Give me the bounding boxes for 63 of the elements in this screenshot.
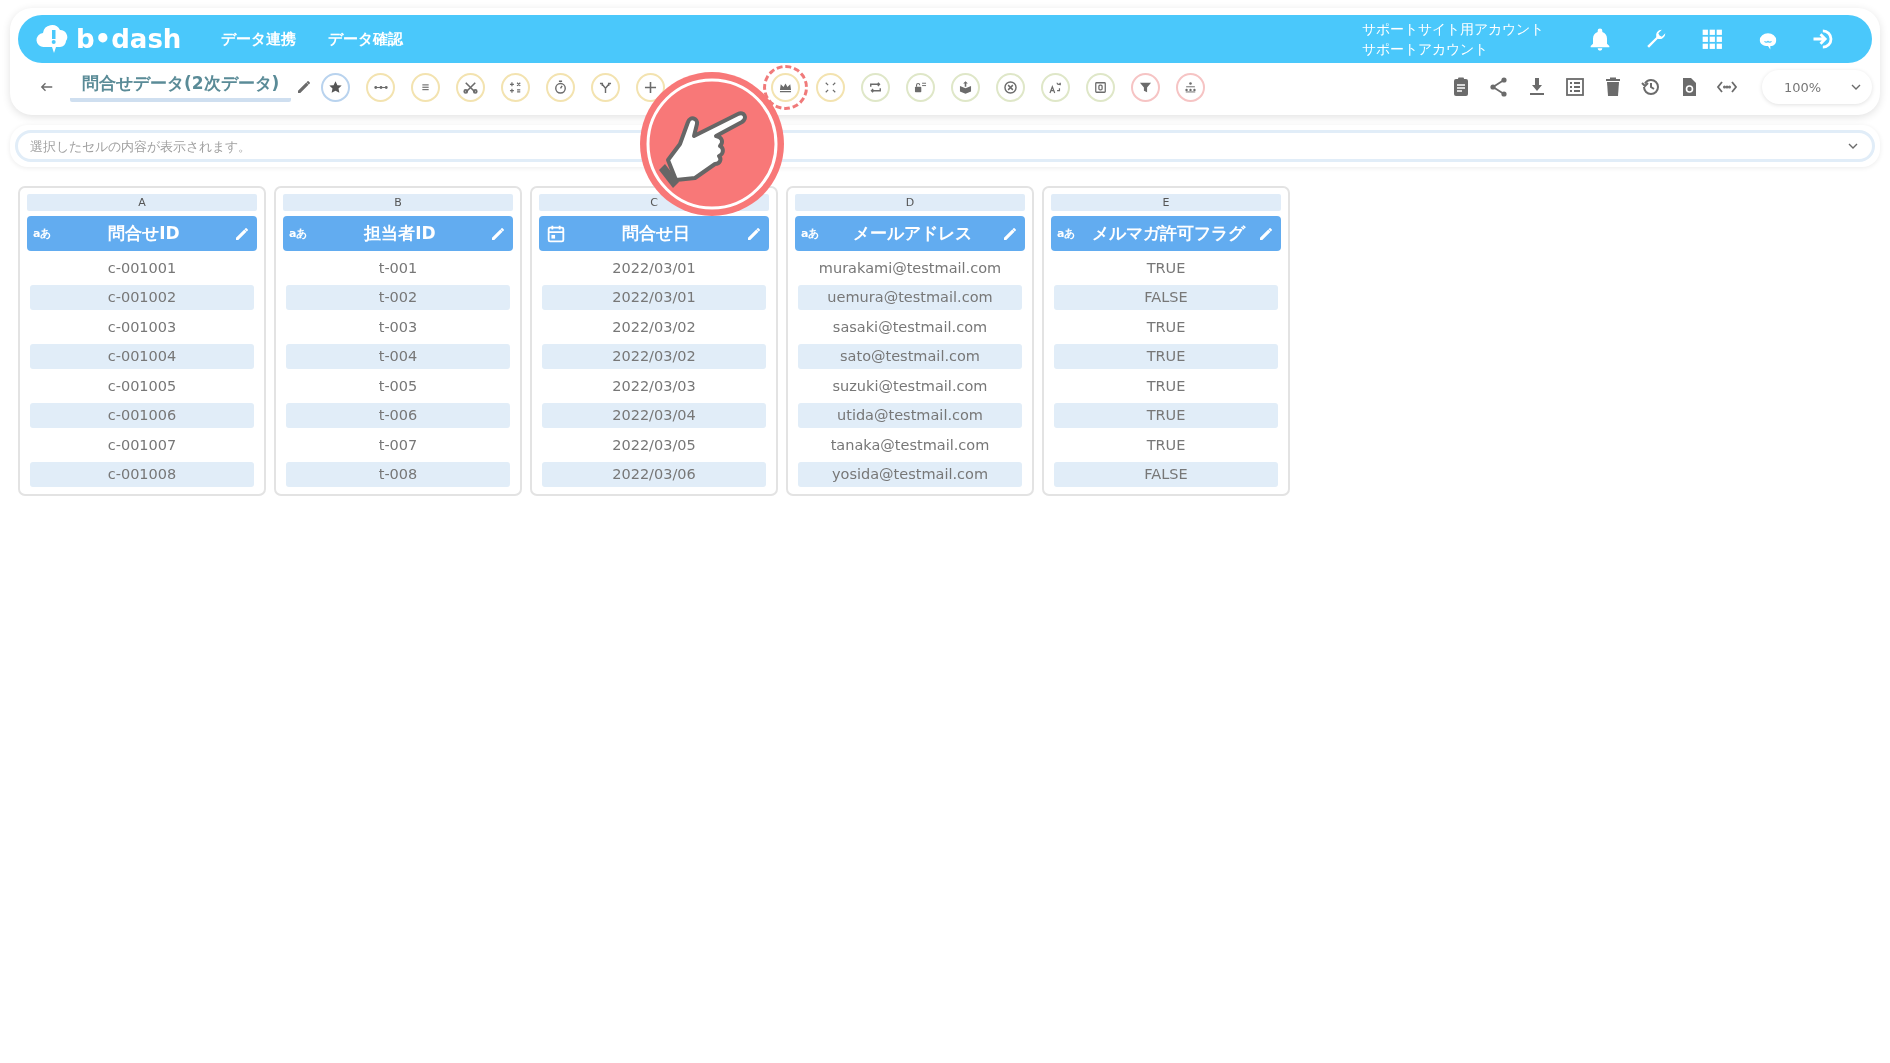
account-site: サポートサイト用アカウント	[1362, 20, 1544, 39]
dotted-line-icon	[373, 84, 388, 90]
type-label: aあ	[289, 226, 309, 241]
column-letter[interactable]: E	[1051, 194, 1281, 211]
table-cell-text: suzuki@testmail.com	[831, 376, 989, 396]
table-cell: t-008	[286, 462, 510, 487]
table-cell: t-006	[286, 403, 510, 428]
cell-content-field[interactable]: 選択したセルの内容が表示されます。	[15, 130, 1875, 162]
table-cell-text: t-007	[377, 435, 419, 455]
table-cell: t-002	[286, 285, 510, 310]
table-cell-text: c-001003	[106, 317, 178, 337]
table-cell: c-001004	[30, 344, 254, 369]
logo-text[interactable]: b•dash	[76, 24, 182, 54]
table-cell: c-001002	[30, 285, 254, 310]
table-cell: 2022/03/01	[542, 285, 766, 310]
table-cell: yosida@testmail.com	[798, 462, 1022, 487]
column-header[interactable]: aあ 問合せID	[27, 216, 257, 251]
column-header[interactable]: aあ メルマガ許可フラグ	[1051, 216, 1281, 251]
table-cell-text: c-001001	[106, 258, 178, 278]
column-letter[interactable]: D	[795, 194, 1025, 211]
account-name: サポートアカウント	[1362, 40, 1489, 59]
column-header[interactable]: aあ メールアドレス	[795, 216, 1025, 251]
table-cell-text: 2022/03/01	[611, 258, 697, 278]
column-letter[interactable]: B	[283, 194, 513, 211]
nav-link[interactable]: データ確認	[328, 29, 404, 49]
table-cell-text: 2022/03/03	[611, 376, 697, 396]
table-cell: FALSE	[1054, 285, 1278, 310]
zoom-select[interactable]: 100%	[1762, 70, 1872, 104]
table-cell-text: t-003	[377, 317, 419, 337]
table-cell: t-004	[286, 344, 510, 369]
type-label: aあ	[1057, 226, 1077, 241]
table-cell-text: TRUE	[1145, 317, 1187, 337]
table-cell-text: c-001007	[106, 435, 178, 455]
table-cell-text: murakami@testmail.com	[817, 258, 1003, 278]
table-cell-text: sasaki@testmail.com	[831, 317, 989, 337]
table-cell-text: t-001	[377, 258, 419, 278]
nav-link[interactable]: データ連携	[221, 29, 297, 49]
table-cell-text: c-001005	[106, 376, 178, 396]
table-cell: utida@testmail.com	[798, 403, 1022, 428]
column-header[interactable]: aあ 担当者ID	[283, 216, 513, 251]
table-cell-text: TRUE	[1145, 435, 1187, 455]
table-cell: 2022/03/02	[542, 344, 766, 369]
table-cell-text: TRUE	[1145, 376, 1187, 396]
column-letter[interactable]: A	[27, 194, 257, 211]
table-cell: TRUE	[1054, 344, 1278, 369]
table-cell-text: t-005	[377, 376, 419, 396]
table-cell: TRUE	[1054, 403, 1278, 428]
table-cell-text: 2022/03/05	[611, 435, 697, 455]
table-cell: 2022/03/06	[542, 462, 766, 487]
table-cell: sato@testmail.com	[798, 344, 1022, 369]
table-cell: c-001008	[30, 462, 254, 487]
table-cell: FALSE	[1054, 462, 1278, 487]
table-cell: c-001006	[30, 403, 254, 428]
type-label: aあ	[801, 226, 821, 241]
type-label: aあ	[33, 226, 53, 241]
data-title[interactable]: 問合せデータ(2次データ)	[70, 72, 292, 102]
table-cell-text: tanaka@testmail.com	[829, 435, 991, 455]
table-cell: uemura@testmail.com	[798, 285, 1022, 310]
table-cell-text: 2022/03/02	[611, 317, 697, 337]
table-cell-text: TRUE	[1145, 258, 1187, 278]
list-icon[interactable]	[1563, 75, 1587, 99]
table-cell: 2022/03/04	[542, 403, 766, 428]
column-header[interactable]: 問合せ日	[539, 216, 769, 251]
